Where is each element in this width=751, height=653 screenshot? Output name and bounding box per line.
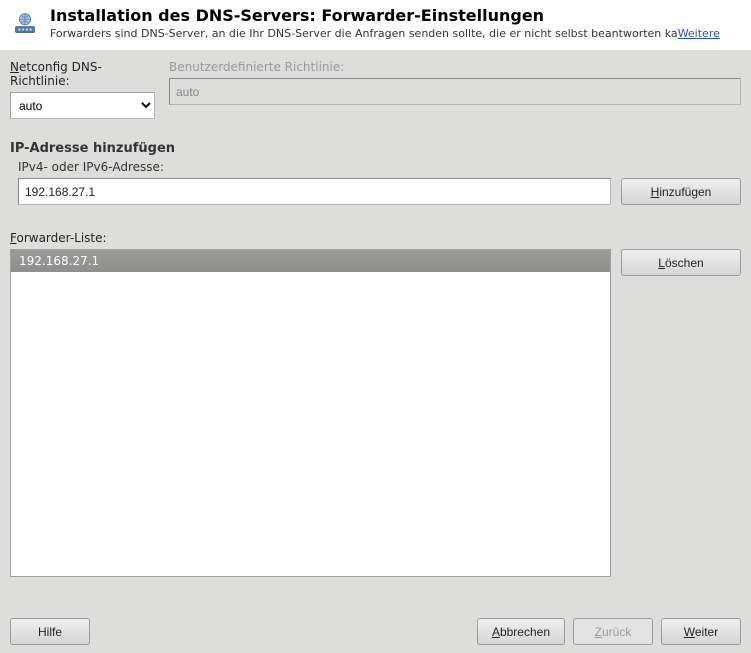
btn-text: urück	[602, 625, 631, 639]
btn-mnemonic: A	[492, 625, 500, 639]
netconfig-policy-dropdown[interactable]: auto	[10, 92, 155, 119]
btn-text: öschen	[665, 256, 704, 270]
page-title: Installation des DNS-Servers: Forwarder-…	[50, 6, 741, 25]
netconfig-policy-label: Netconfig DNS-Richtlinie:	[10, 60, 155, 88]
dns-server-icon	[10, 8, 40, 38]
help-button[interactable]: Hilfe	[10, 618, 90, 645]
next-button[interactable]: Weiter	[661, 618, 741, 645]
more-info-link[interactable]: Weitere	[678, 27, 720, 40]
content: Netconfig DNS-Richtlinie: auto Benutzerd…	[0, 50, 751, 587]
footer: Hilfe Abbrechen Zurück Weiter	[10, 618, 741, 645]
forwarder-list-label: Forwarder-Liste:	[10, 231, 741, 245]
page-subtitle: Forwarders sind DNS-Server, an die Ihr D…	[50, 27, 741, 40]
list-item[interactable]: 192.168.27.1	[11, 250, 610, 272]
delete-button[interactable]: Löschen	[621, 249, 741, 276]
btn-mnemonic: H	[651, 185, 660, 199]
btn-mnemonic: Z	[595, 625, 602, 639]
spacer	[98, 618, 469, 645]
add-ip-section-title: IP-Adresse hinzufügen	[10, 141, 741, 156]
header: Installation des DNS-Servers: Forwarder-…	[0, 0, 751, 50]
header-text: Installation des DNS-Servers: Forwarder-…	[50, 6, 741, 40]
add-button[interactable]: Hinzufügen	[621, 178, 741, 205]
custom-policy-label: Benutzerdefinierte Richtlinie:	[169, 60, 741, 74]
btn-text: bbrechen	[500, 625, 550, 639]
back-button: Zurück	[573, 618, 653, 645]
btn-mnemonic: W	[684, 625, 695, 639]
btn-text: eiter	[695, 625, 718, 639]
ip-address-input[interactable]	[18, 178, 611, 205]
btn-text: inzufügen	[659, 185, 711, 199]
subtitle-text: Forwarders sind DNS-Server, an die Ihr D…	[50, 27, 678, 40]
forwarder-listbox[interactable]: 192.168.27.1	[10, 249, 611, 577]
btn-mnemonic: L	[658, 256, 665, 270]
abort-button[interactable]: Abbrechen	[477, 618, 565, 645]
custom-policy-input	[169, 78, 741, 105]
ip-address-label: IPv4- oder IPv6-Adresse:	[18, 160, 741, 174]
